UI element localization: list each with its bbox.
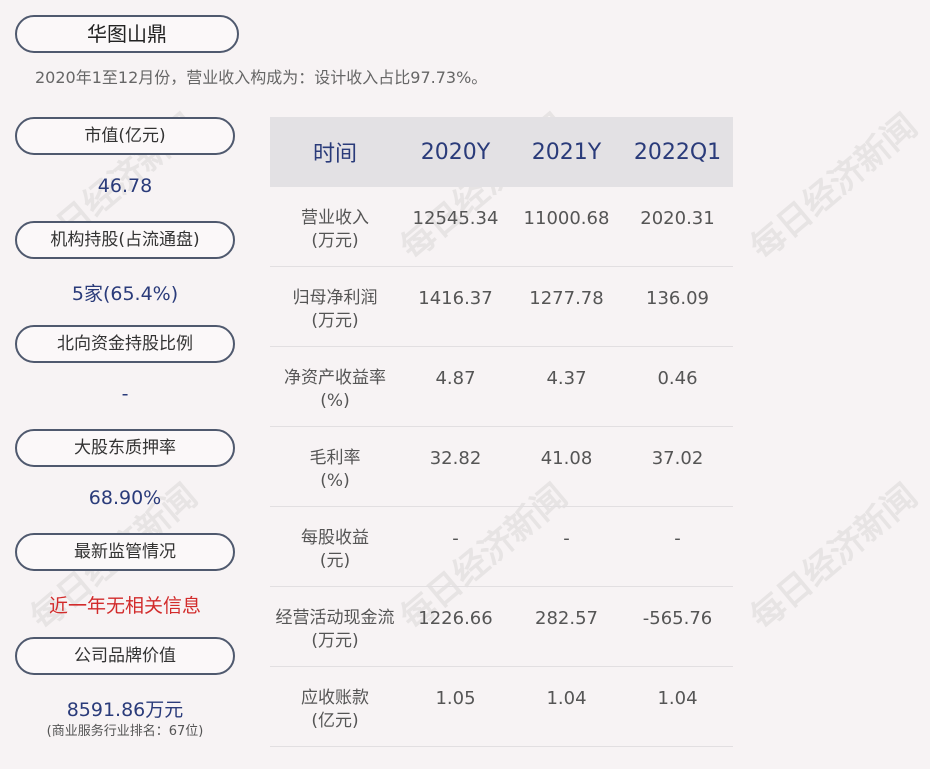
row-label: 营业收入 (万元) bbox=[270, 187, 400, 266]
row-label-name: 经营活动现金流 bbox=[275, 608, 395, 628]
header-time: 时间 bbox=[312, 142, 357, 167]
table-cell: 1277.78 bbox=[529, 288, 604, 309]
table-cell: 41.08 bbox=[540, 448, 593, 469]
row-label-unit: (万元) bbox=[311, 631, 359, 651]
regulatory-status-label: 最新监管情况 bbox=[15, 533, 235, 571]
row-label-unit: (%) bbox=[320, 391, 350, 411]
market-cap-value: 46.78 bbox=[97, 175, 153, 197]
header-2021y: 2021Y bbox=[531, 139, 602, 165]
financial-table: 时间 2020Y 2021Y 2022Q1 营业收入 (万元) 12545.34 … bbox=[270, 117, 733, 747]
row-label: 经营活动现金流 (万元) bbox=[270, 587, 400, 666]
table-cell: 1416.37 bbox=[418, 288, 493, 309]
table-cell: 37.02 bbox=[651, 448, 704, 469]
table-row: 应收账款 (亿元) 1.05 1.04 1.04 bbox=[270, 667, 733, 747]
row-label: 每股收益 (元) bbox=[270, 507, 400, 586]
table-cell: 4.37 bbox=[546, 368, 587, 389]
table-cell: -565.76 bbox=[642, 608, 713, 629]
table-row: 归母净利润 (万元) 1416.37 1277.78 136.09 bbox=[270, 267, 733, 347]
watermark: 每日经济新闻 bbox=[743, 476, 926, 639]
table-cell: 1.04 bbox=[657, 688, 698, 709]
table-row: 每股收益 (元) - - - bbox=[270, 507, 733, 587]
row-label-unit: (元) bbox=[319, 551, 351, 571]
watermark: 每日经济新闻 bbox=[743, 106, 926, 269]
table-cell: 0.46 bbox=[657, 368, 698, 389]
row-label-name: 营业收入 bbox=[301, 208, 369, 228]
market-cap-label: 市值(亿元) bbox=[15, 117, 235, 155]
row-label-name: 归母净利润 bbox=[292, 288, 378, 308]
regulatory-status-value: 近一年无相关信息 bbox=[48, 595, 201, 617]
table-header: 时间 2020Y 2021Y 2022Q1 bbox=[270, 117, 733, 187]
row-label-name: 净资产收益率 bbox=[284, 368, 386, 388]
row-label-name: 每股收益 bbox=[301, 528, 369, 548]
institutional-holding-label: 机构持股(占流通盘) bbox=[15, 221, 235, 259]
table-cell: - bbox=[452, 528, 459, 549]
pledge-ratio-value: 68.90% bbox=[88, 487, 162, 509]
table-row: 经营活动现金流 (万元) 1226.66 282.57 -565.76 bbox=[270, 587, 733, 667]
table-cell: 1.04 bbox=[546, 688, 587, 709]
table-cell: 2020.31 bbox=[640, 208, 715, 229]
table-cell: 1226.66 bbox=[418, 608, 493, 629]
table-cell: 12545.34 bbox=[412, 208, 499, 229]
row-label-unit: (亿元) bbox=[311, 711, 359, 731]
northbound-holding-label: 北向资金持股比例 bbox=[15, 325, 235, 363]
row-label-unit: (万元) bbox=[311, 311, 359, 331]
table-row: 营业收入 (万元) 12545.34 11000.68 2020.31 bbox=[270, 187, 733, 267]
row-label: 毛利率 (%) bbox=[270, 427, 400, 506]
pledge-ratio-label: 大股东质押率 bbox=[15, 429, 235, 467]
brand-value-label: 公司品牌价值 bbox=[15, 637, 235, 675]
table-cell: 1.05 bbox=[435, 688, 476, 709]
table-cell: 282.57 bbox=[535, 608, 598, 629]
row-label-unit: (万元) bbox=[311, 231, 359, 251]
brand-rank-note: (商业服务行业排名：67位) bbox=[46, 724, 204, 739]
table-row: 毛利率 (%) 32.82 41.08 37.02 bbox=[270, 427, 733, 507]
table-cell: 32.82 bbox=[429, 448, 482, 469]
brand-value-value: 8591.86万元 bbox=[66, 699, 184, 721]
table-cell: - bbox=[563, 528, 570, 549]
row-label-unit: (%) bbox=[320, 471, 350, 491]
revenue-composition-text: 2020年1至12月份，营业收入构成为：设计收入占比97.73%。 bbox=[35, 68, 488, 87]
row-label: 归母净利润 (万元) bbox=[270, 267, 400, 346]
row-label-name: 应收账款 bbox=[301, 688, 369, 708]
header-2022q1: 2022Q1 bbox=[633, 139, 722, 165]
company-title: 华图山鼎 bbox=[15, 15, 239, 53]
table-cell: 11000.68 bbox=[523, 208, 610, 229]
row-label-name: 毛利率 bbox=[309, 448, 361, 468]
table-cell: - bbox=[674, 528, 681, 549]
northbound-holding-value: - bbox=[121, 383, 129, 405]
row-label: 应收账款 (亿元) bbox=[270, 667, 400, 746]
header-2020y: 2020Y bbox=[420, 139, 491, 165]
institutional-holding-value: 5家(65.4%) bbox=[71, 283, 179, 305]
table-cell: 4.87 bbox=[435, 368, 476, 389]
row-label: 净资产收益率 (%) bbox=[270, 347, 400, 426]
table-row: 净资产收益率 (%) 4.87 4.37 0.46 bbox=[270, 347, 733, 427]
table-cell: 136.09 bbox=[646, 288, 709, 309]
